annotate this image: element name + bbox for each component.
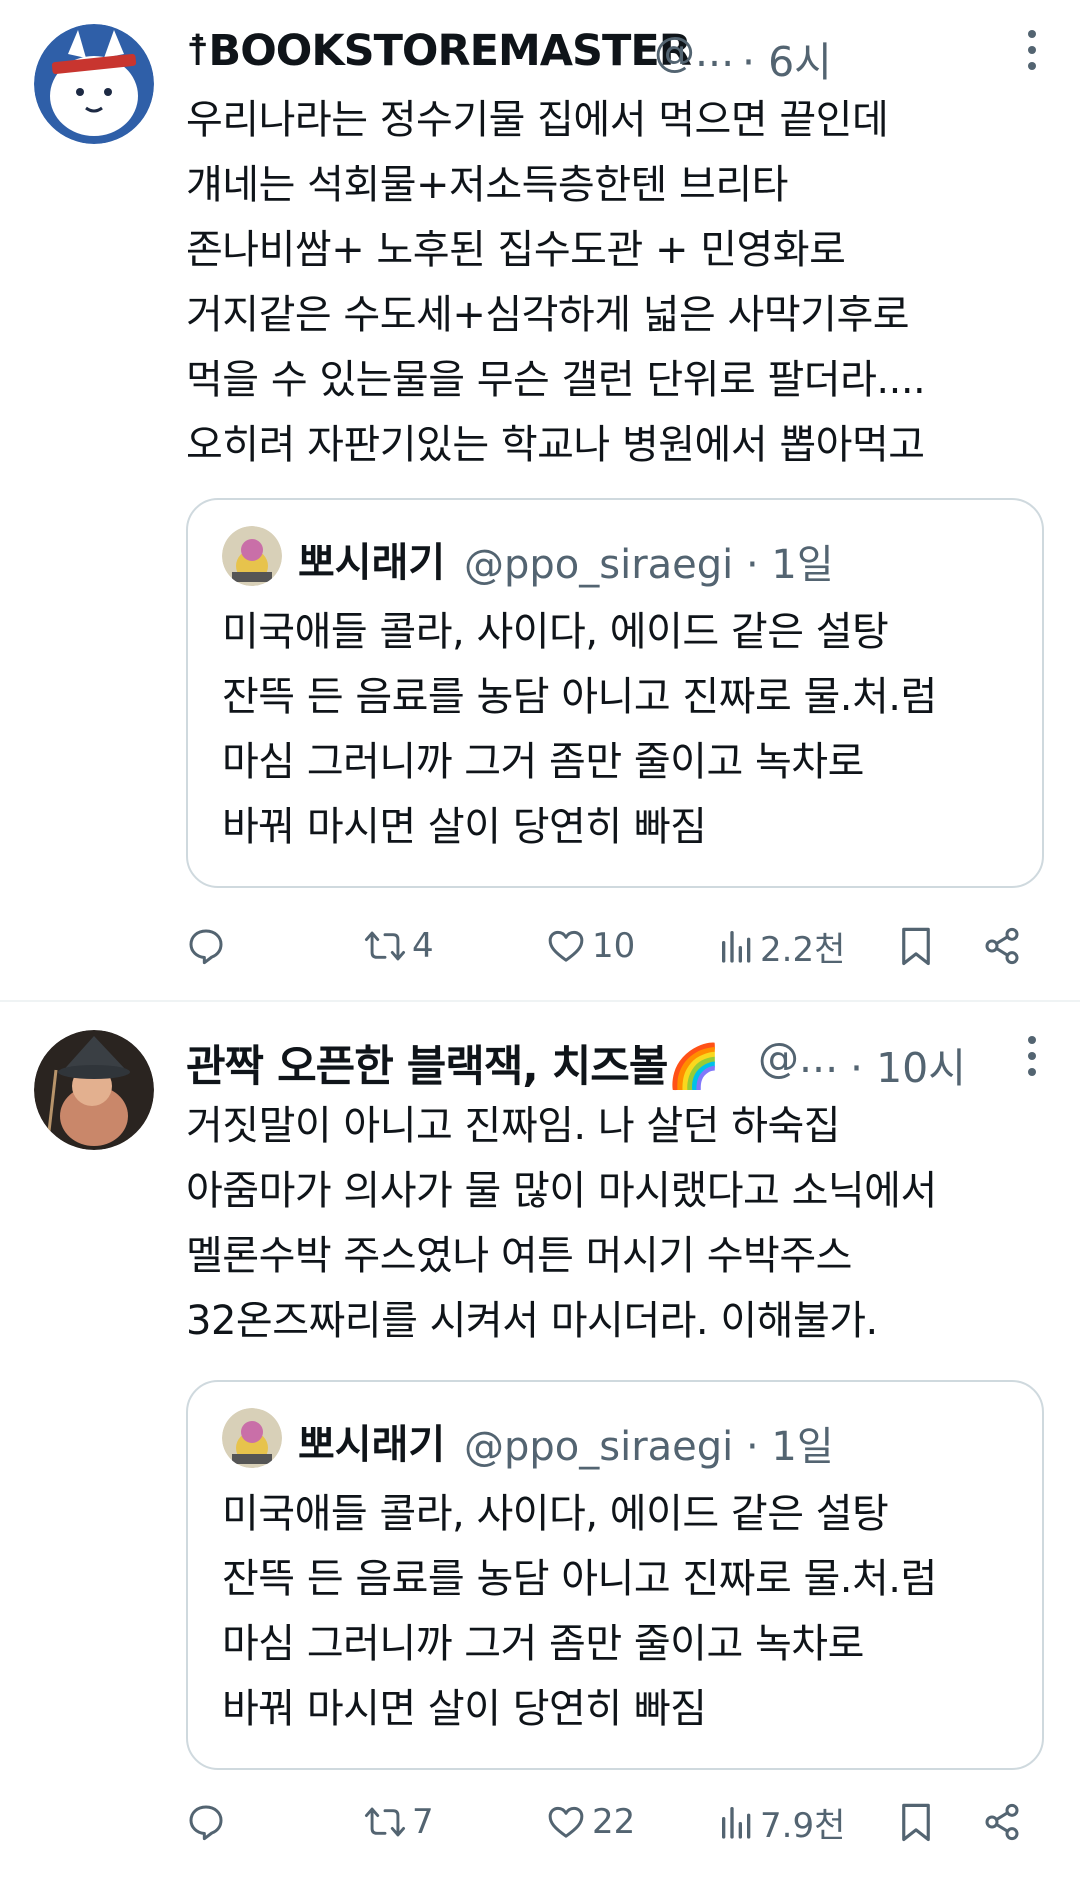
text-line: 멜론수박 주스였나 여튼 머시기 수박주스 <box>186 1233 852 1279</box>
share-icon <box>985 1803 1019 1841</box>
quote-line: 마심 그러니까 그거 좀만 줄이고 녹차로 <box>222 739 864 785</box>
views-button[interactable]: 7.9천 <box>720 1792 845 1852</box>
author-handle[interactable]: @... <box>654 28 734 76</box>
like-icon <box>548 1806 584 1838</box>
quote-handle-time: @ppo_siraegi · 1일 <box>464 542 834 588</box>
tweet-text: 거짓말이 아니고 진짜임. 나 살던 하숙집 아줌마가 의사가 물 많이 마시랬… <box>186 1094 1046 1354</box>
like-count: 10 <box>592 926 636 966</box>
tweet[interactable]: ☨BOOKSTOREMASTER @... · 6시 우리나라는 정수기물 집에… <box>0 0 1080 1000</box>
share-icon <box>985 927 1019 965</box>
more-icon[interactable] <box>1026 30 1038 80</box>
quote-header: 뽀시래기 @ppo_siraegi · 1일 <box>222 524 1008 588</box>
retweet-button[interactable]: 4 <box>364 916 434 976</box>
avatar-image <box>34 1030 154 1150</box>
bookmark-button[interactable] <box>898 1792 934 1852</box>
quote-text: 미국애들 콜라, 사이다, 에이드 같은 설탕 잔뜩 든 음료를 농담 아니고 … <box>222 600 1008 860</box>
quote-author-name: 뽀시래기 <box>298 540 446 586</box>
views-button[interactable]: 2.2천 <box>720 916 845 976</box>
reply-button[interactable] <box>186 1792 232 1852</box>
quote-line: 잔뜩 든 음료를 농담 아니고 진짜로 물.처.럼 <box>222 674 937 720</box>
bookmark-button[interactable] <box>898 916 934 976</box>
reply-icon <box>189 929 223 965</box>
text-line: 걔네는 석회물+저소득층한텐 브리타 <box>186 162 788 208</box>
text-line: 거지같은 수도세+심각하게 넓은 사막기후로 <box>186 292 910 338</box>
quote-line: 마심 그러니까 그거 좀만 줄이고 녹차로 <box>222 1621 864 1667</box>
quote-line: 미국애들 콜라, 사이다, 에이드 같은 설탕 <box>222 1491 889 1537</box>
bookmark-icon <box>902 927 930 966</box>
text-line: 우리나라는 정수기물 집에서 먹으면 끝인데 <box>186 97 889 143</box>
quote-line: 바꿔 마시면 살이 당연히 빠짐 <box>222 1686 707 1732</box>
action-bar: 4 10 2.2천 <box>186 916 1046 976</box>
reply-button[interactable] <box>186 916 232 976</box>
tweet[interactable]: 관짝 오픈한 블랙잭, 치즈볼🌈 @... · 10시 거짓말이 아니고 진짜임… <box>0 1000 1080 1877</box>
quote-avatar <box>222 526 282 586</box>
retweet-count: 4 <box>412 926 434 966</box>
like-button[interactable]: 22 <box>546 1792 635 1852</box>
avatar[interactable] <box>34 1030 154 1150</box>
share-button[interactable] <box>982 1792 1022 1852</box>
text-line: 32온즈짜리를 시켜서 마시더라. 이해불가. <box>186 1298 878 1344</box>
text-line: 존나비쌈+ 노후된 집수도관 + 민영화로 <box>186 227 846 273</box>
text-line: 오히려 자판기있는 학교나 병원에서 뽑아먹고 <box>186 422 925 468</box>
tweet-header: ☨BOOKSTOREMASTER @... · 6시 <box>186 16 1046 88</box>
reply-icon <box>189 1805 223 1841</box>
more-icon[interactable] <box>1026 1036 1038 1086</box>
like-count: 22 <box>592 1802 636 1842</box>
views-icon <box>722 1807 751 1839</box>
avatar-image <box>34 24 154 144</box>
views-icon <box>722 931 751 963</box>
quoted-tweet[interactable]: 뽀시래기 @ppo_siraegi · 1일 미국애들 콜라, 사이다, 에이드… <box>186 1380 1044 1770</box>
retweet-button[interactable]: 7 <box>364 1792 434 1852</box>
like-icon <box>548 930 584 962</box>
quote-line: 바꿔 마시면 살이 당연히 빠짐 <box>222 804 707 850</box>
tweet-header: 관짝 오픈한 블랙잭, 치즈볼🌈 @... · 10시 <box>186 1022 1046 1094</box>
text-line: 아줌마가 의사가 물 많이 마시랬다고 소닉에서 <box>186 1168 937 1214</box>
quote-author-name: 뽀시래기 <box>298 1422 446 1468</box>
author-handle[interactable]: @... <box>758 1034 838 1082</box>
retweet-count: 7 <box>412 1802 434 1842</box>
avatar[interactable] <box>34 24 154 144</box>
retweet-icon <box>364 1807 406 1837</box>
timestamp[interactable]: · 6시 <box>742 28 832 88</box>
quote-header: 뽀시래기 @ppo_siraegi · 1일 <box>222 1406 1008 1470</box>
quote-text: 미국애들 콜라, 사이다, 에이드 같은 설탕 잔뜩 든 음료를 농담 아니고 … <box>222 1482 1008 1742</box>
like-button[interactable]: 10 <box>546 916 635 976</box>
tweet-text: 우리나라는 정수기물 집에서 먹으면 끝인데 걔네는 석회물+저소득층한텐 브리… <box>186 88 1046 478</box>
author-name[interactable]: 관짝 오픈한 블랙잭, 치즈볼🌈 <box>186 1032 720 1094</box>
text-line: 거짓말이 아니고 진짜임. 나 살던 하숙집 <box>186 1103 841 1149</box>
action-bar: 7 22 7.9천 <box>186 1792 1046 1852</box>
quote-line: 잔뜩 든 음료를 농담 아니고 진짜로 물.처.럼 <box>222 1556 937 1602</box>
text-line: 먹을 수 있는물을 무슨 갤런 단위로 팔더라.... <box>186 357 926 403</box>
bookmark-icon <box>902 1803 930 1842</box>
timestamp[interactable]: · 10시 <box>850 1034 966 1094</box>
quote-line: 미국애들 콜라, 사이다, 에이드 같은 설탕 <box>222 609 889 655</box>
views-count: 7.9천 <box>760 1805 846 1846</box>
timeline-feed: ☨BOOKSTOREMASTER @... · 6시 우리나라는 정수기물 집에… <box>0 0 1080 1877</box>
quoted-tweet[interactable]: 뽀시래기 @ppo_siraegi · 1일 미국애들 콜라, 사이다, 에이드… <box>186 498 1044 888</box>
author-name[interactable]: ☨BOOKSTOREMASTER <box>186 26 691 76</box>
share-button[interactable] <box>982 916 1022 976</box>
retweet-icon <box>364 931 406 961</box>
views-count: 2.2천 <box>760 929 846 970</box>
quote-avatar <box>222 1408 282 1468</box>
quote-handle-time: @ppo_siraegi · 1일 <box>464 1424 834 1470</box>
